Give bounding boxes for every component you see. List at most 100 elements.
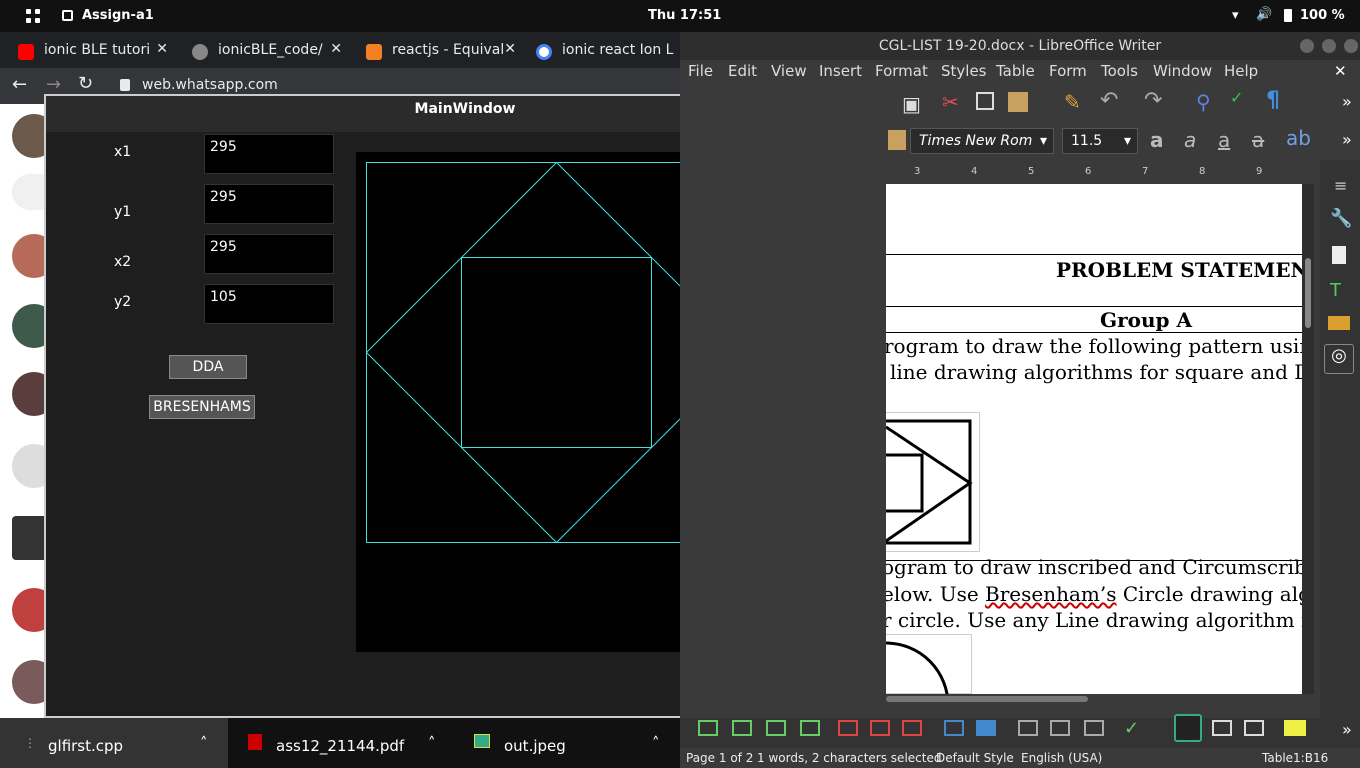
volume-icon[interactable]: 🔊 xyxy=(1256,7,1272,22)
strikethrough-icon[interactable]: a xyxy=(1252,128,1264,152)
redo-icon[interactable]: ↷ xyxy=(1144,88,1162,113)
chevron-up-icon[interactable]: ˄ xyxy=(652,734,660,752)
taskbar-item-image[interactable]: out.jpeg ˄ xyxy=(456,718,680,768)
bresenham-button[interactable]: BRESENHAMS xyxy=(149,395,255,419)
horizontal-scrollbar[interactable] xyxy=(886,696,1088,702)
formatting-marks-icon[interactable]: ¶ xyxy=(1266,88,1280,113)
close-document-icon[interactable]: ✕ xyxy=(1334,62,1347,80)
font-name-box[interactable]: Times New Rom ▾ xyxy=(910,128,1054,154)
gallery-icon[interactable] xyxy=(1328,316,1350,330)
bold-icon[interactable]: a xyxy=(1150,128,1164,152)
x2-field[interactable]: 295 xyxy=(204,234,334,274)
chevron-up-icon[interactable]: ˄ xyxy=(428,734,436,752)
minimize-icon[interactable] xyxy=(1300,39,1314,53)
paste-icon[interactable] xyxy=(1008,92,1028,112)
properties-icon[interactable]: 🔧 xyxy=(1330,208,1352,229)
menu-tools[interactable]: Tools xyxy=(1101,62,1138,80)
menu-edit[interactable]: Edit xyxy=(728,62,757,80)
select-cell-icon[interactable] xyxy=(944,720,964,736)
taskbar-item-pdf[interactable]: ass12_21144.pdf ˄ xyxy=(228,718,456,768)
undo-icon[interactable]: ↶ xyxy=(1100,88,1118,113)
more-icon[interactable]: » xyxy=(1342,720,1352,739)
taskbar-item-glfirst[interactable]: ⋮ glfirst.cpp ˄ xyxy=(0,718,228,768)
font-size-box[interactable]: 11.5 ▾ xyxy=(1062,128,1138,154)
writer-title-bar[interactable]: CGL-LIST 19-20.docx - LibreOffice Writer xyxy=(680,32,1360,60)
page-style[interactable]: Default Style xyxy=(936,751,1014,765)
browser-tab-3[interactable]: reactjs - Equival ✕ xyxy=(348,36,524,68)
more-icon[interactable]: ≡ xyxy=(1334,176,1347,195)
select-table-icon[interactable] xyxy=(976,720,996,736)
browser-tab-1[interactable]: ionic BLE tutori ✕ xyxy=(0,36,176,68)
battery-level[interactable]: 100 % xyxy=(1300,8,1345,23)
word-count[interactable]: 1 words, 2 characters selected xyxy=(757,751,941,765)
delete-table-icon[interactable] xyxy=(902,720,922,736)
dda-button[interactable]: DDA xyxy=(169,355,247,379)
table-cell-background-icon[interactable] xyxy=(1284,720,1306,736)
center-vertically-icon[interactable] xyxy=(1212,720,1232,736)
maximize-icon[interactable] xyxy=(1322,39,1336,53)
address-bar[interactable]: web.whatsapp.com xyxy=(142,77,278,93)
align-bottom-icon[interactable] xyxy=(1244,720,1264,736)
styles-icon[interactable]: T xyxy=(1330,280,1341,301)
split-cells-icon[interactable] xyxy=(1050,720,1070,736)
more-icon[interactable]: » xyxy=(1342,92,1352,111)
close-tab-icon[interactable]: ✕ xyxy=(504,41,516,57)
vertical-scrollbar[interactable] xyxy=(1302,184,1314,694)
back-icon[interactable]: ← xyxy=(12,74,27,95)
chevron-down-icon[interactable]: ▾ xyxy=(1040,133,1047,149)
battery-icon[interactable] xyxy=(1284,9,1292,22)
chevron-up-icon[interactable]: ˄ xyxy=(200,734,208,752)
menu-view[interactable]: View xyxy=(771,62,807,80)
align-top-icon[interactable] xyxy=(1174,714,1202,742)
forward-icon[interactable]: → xyxy=(46,74,61,95)
insert-columns-after-icon[interactable] xyxy=(800,720,820,736)
y2-field[interactable]: 105 xyxy=(204,284,334,324)
close-tab-icon[interactable]: ✕ xyxy=(156,41,168,57)
menu-styles[interactable]: Styles xyxy=(941,62,987,80)
merge-cells-icon[interactable] xyxy=(1018,720,1038,736)
underline-icon[interactable]: a xyxy=(1218,128,1230,152)
menu-help[interactable]: Help xyxy=(1224,62,1258,80)
insert-columns-icon[interactable] xyxy=(766,720,786,736)
x1-field[interactable]: 295 xyxy=(204,134,334,174)
more-icon[interactable]: » xyxy=(1342,130,1352,149)
chevron-down-icon[interactable]: ▾ xyxy=(1124,133,1131,149)
protect-cells-icon[interactable]: ✓ xyxy=(1124,718,1139,739)
menu-window[interactable]: Window xyxy=(1153,62,1212,80)
menu-file[interactable]: File xyxy=(688,62,713,80)
close-icon[interactable] xyxy=(1344,39,1358,53)
clone-formatting-icon[interactable]: ✎ xyxy=(1064,90,1081,114)
page-count[interactable]: Page 1 of 2 xyxy=(686,751,753,765)
lock-icon[interactable] xyxy=(120,79,130,91)
active-app-name[interactable]: Assign-a1 xyxy=(82,8,154,23)
table-cell-ref[interactable]: Table1:B16 xyxy=(1262,751,1328,765)
app-grid-icon[interactable] xyxy=(26,9,40,23)
cut-icon[interactable]: ✂ xyxy=(942,90,959,114)
y1-field[interactable]: 295 xyxy=(204,184,334,224)
menu-insert[interactable]: Insert xyxy=(819,62,862,80)
document-page[interactable]: PROBLEM STATEMENT Group A rogram to draw… xyxy=(886,184,1302,694)
menu-table[interactable]: Table xyxy=(996,62,1035,80)
find-replace-icon[interactable]: ⚲ xyxy=(1196,90,1211,114)
clock[interactable]: Thu 17:51 xyxy=(648,8,721,23)
menu-form[interactable]: Form xyxy=(1049,62,1087,80)
superscript-icon[interactable]: ab xyxy=(1286,126,1311,150)
navigator-icon[interactable]: ◎ xyxy=(1324,344,1354,374)
ruler[interactable]: 3 4 5 6 7 8 9 xyxy=(886,164,1300,182)
camera-icon[interactable]: ▣ xyxy=(902,92,921,116)
spelling-icon[interactable]: ✓ xyxy=(1230,88,1243,107)
reload-icon[interactable]: ↻ xyxy=(78,73,93,94)
copy-icon[interactable] xyxy=(976,92,994,110)
menu-format[interactable]: Format xyxy=(875,62,928,80)
insert-rows-icon[interactable] xyxy=(698,720,718,736)
insert-rows-below-icon[interactable] xyxy=(732,720,752,736)
styles-icon[interactable] xyxy=(888,130,906,150)
italic-icon[interactable]: a xyxy=(1184,128,1196,152)
delete-columns-icon[interactable] xyxy=(870,720,890,736)
scroll-thumb[interactable] xyxy=(1305,258,1311,328)
language[interactable]: English (USA) xyxy=(1021,751,1102,765)
browser-tab-4[interactable]: ionic react Ion L xyxy=(518,36,680,68)
delete-rows-icon[interactable] xyxy=(838,720,858,736)
wifi-icon[interactable]: ▾ xyxy=(1232,8,1239,23)
close-tab-icon[interactable]: ✕ xyxy=(330,41,342,57)
